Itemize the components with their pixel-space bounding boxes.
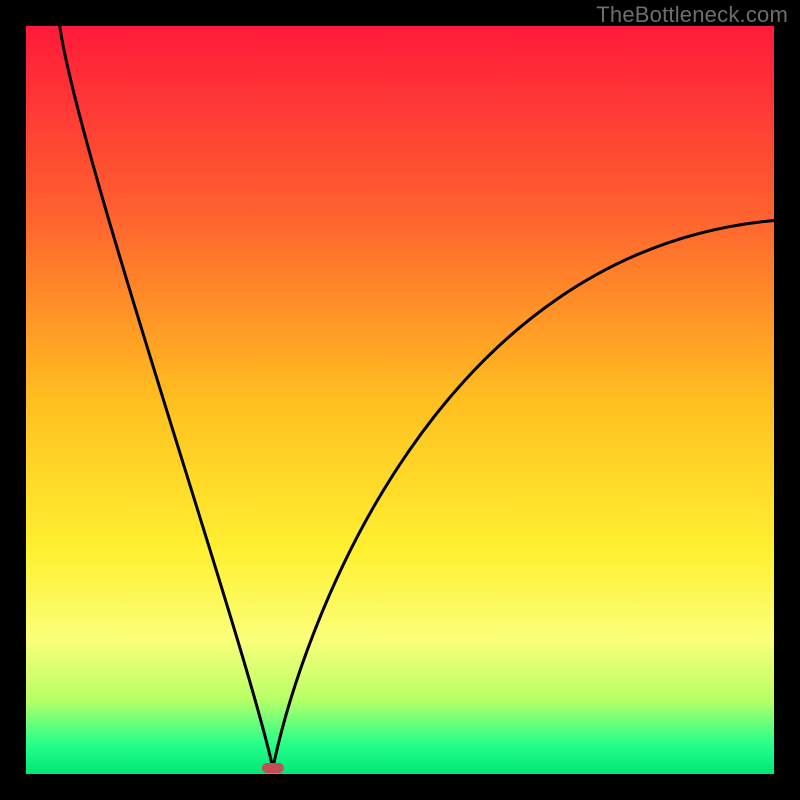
chart-frame: TheBottleneck.com: [0, 0, 800, 800]
watermark-text: TheBottleneck.com: [596, 2, 788, 28]
optimum-marker: [262, 763, 284, 773]
chart-svg: [26, 26, 774, 774]
gradient-background: [26, 26, 774, 774]
plot-area: [26, 26, 774, 774]
